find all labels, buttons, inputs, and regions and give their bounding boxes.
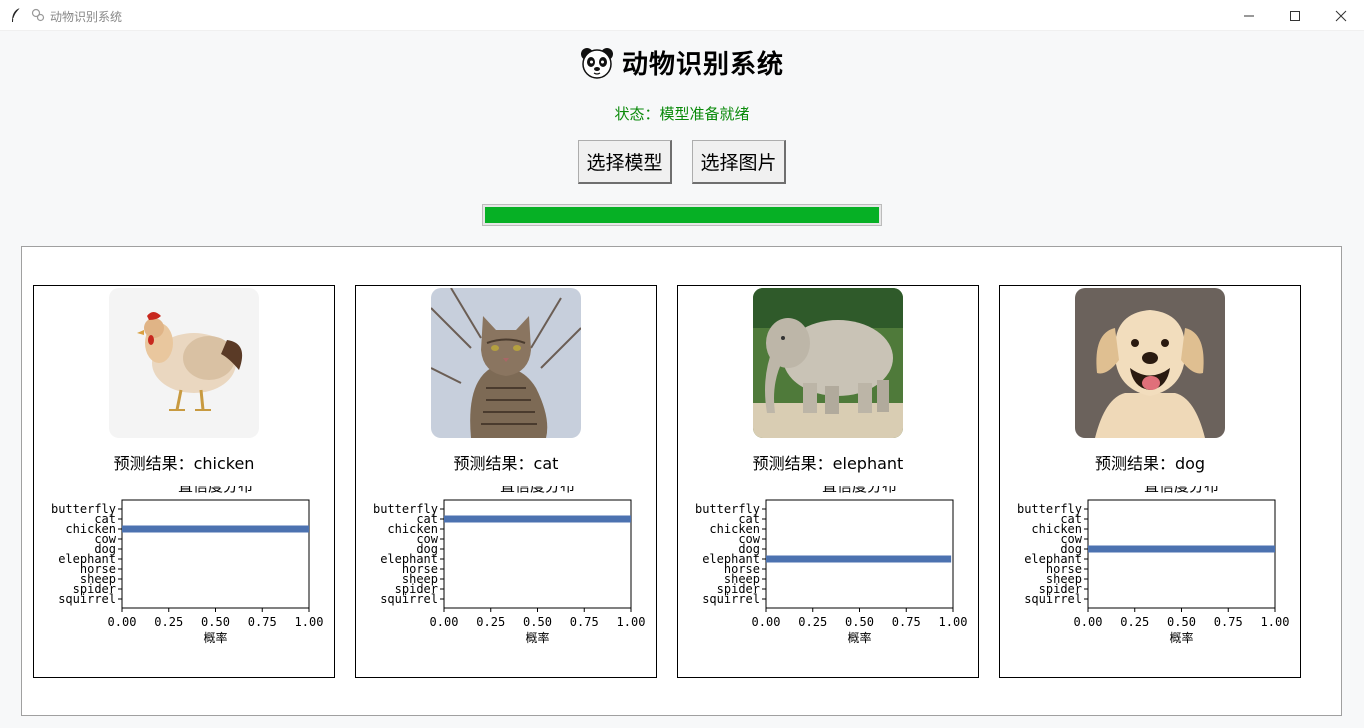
select-image-button[interactable]: 选择图片 — [692, 140, 786, 184]
title-bar: 动物识别系统 — [0, 0, 1364, 31]
plot-area — [1087, 499, 1276, 609]
cat-photo — [431, 288, 581, 438]
y-tick-label: squirrel — [702, 592, 760, 606]
prediction-label: 预测结果：cat — [453, 454, 559, 473]
result-card-cat: 预测结果：cat 置信度分布 butterfly cat chicken cow dog e… — [355, 285, 657, 678]
prediction-label: 预测结果：dog — [1094, 454, 1206, 473]
x-axis-label: 概率 — [1169, 630, 1193, 645]
x-tick-label: 0.25 — [476, 615, 505, 629]
x-axis-label: 概率 — [525, 630, 549, 645]
x-tick-label: 1.00 — [295, 615, 324, 629]
x-tick-label: 1.00 — [1261, 615, 1290, 629]
bar-dog — [1088, 545, 1275, 553]
prediction-label: 预测结果：chicken — [113, 454, 255, 473]
x-tick-label: 0.00 — [752, 615, 781, 629]
app-header: 动物识别系统 — [0, 44, 1364, 81]
close-icon — [1335, 10, 1347, 21]
x-axis-label: 概率 — [847, 630, 871, 645]
status-text: 状态：模型准备就绪 — [614, 105, 750, 123]
minimize-button[interactable] — [1226, 0, 1272, 31]
confidence-chart-elephant: 置信度分布butterflycatchickencowdogelephantho… — [695, 486, 968, 645]
page-title: 动物识别系统 — [621, 50, 784, 80]
panda-icon — [580, 47, 613, 79]
x-tick-label: 0.75 — [248, 615, 277, 629]
result-card-dog: 预测结果：dog 置信度分布 butterfly cat chicken cow dog e… — [999, 285, 1301, 678]
progress-bar — [482, 204, 882, 226]
feather-icon — [12, 7, 21, 22]
bar-chicken — [122, 525, 309, 533]
chicken-photo — [109, 288, 259, 438]
dog-photo — [1075, 288, 1225, 438]
x-tick-label: 1.00 — [617, 615, 646, 629]
x-tick-label: 0.75 — [892, 615, 921, 629]
close-button[interactable] — [1318, 0, 1364, 31]
result-card-elephant: 预测结果：elephant 置信度分布 butterfly cat chicken co… — [677, 285, 979, 678]
x-tick-label: 1.00 — [939, 615, 968, 629]
x-tick-label: 0.50 — [845, 615, 874, 629]
x-tick-label: 0.50 — [523, 615, 552, 629]
confidence-chart-cat: 置信度分布butterflycatchickencowdogelephantho… — [373, 486, 646, 645]
x-tick-label: 0.00 — [1074, 615, 1103, 629]
chart-title: 置信度分布 — [822, 486, 897, 495]
app-icon — [31, 8, 45, 22]
progress-fill — [485, 207, 879, 223]
select-model-button[interactable]: 选择模型 — [578, 140, 672, 184]
y-tick-label: squirrel — [1024, 592, 1082, 606]
x-tick-label: 0.00 — [430, 615, 459, 629]
chart-title: 置信度分布 — [500, 486, 575, 495]
x-tick-label: 0.25 — [154, 615, 183, 629]
x-axis-label: 概率 — [203, 630, 227, 645]
x-tick-label: 0.50 — [1167, 615, 1196, 629]
x-tick-label: 0.75 — [1214, 615, 1243, 629]
x-tick-label: 0.50 — [201, 615, 230, 629]
bar-cat — [444, 515, 631, 523]
confidence-chart-chicken: 置信度分布butterflycatchickencowdogelephantho… — [51, 486, 324, 645]
elephant-photo — [753, 288, 903, 438]
maximize-icon — [1290, 10, 1300, 21]
prediction-label: 预测结果：elephant — [752, 454, 904, 473]
x-tick-label: 0.25 — [1120, 615, 1149, 629]
x-tick-label: 0.00 — [108, 615, 137, 629]
confidence-chart-dog: 置信度分布butterflycatchickencowdogelephantho… — [1017, 486, 1290, 645]
maximize-button[interactable] — [1272, 0, 1318, 31]
plot-area — [765, 499, 954, 609]
chart-title: 置信度分布 — [1144, 486, 1219, 495]
x-tick-label: 0.25 — [798, 615, 827, 629]
x-tick-label: 0.75 — [570, 615, 599, 629]
result-card-chicken: 预测结果：chicken 置信度分布 butterfly cat chicken cow… — [33, 285, 335, 678]
y-tick-label: squirrel — [58, 592, 116, 606]
minimize-icon — [1244, 15, 1254, 16]
window-title: 动物识别系统 — [50, 10, 123, 24]
y-tick-label: squirrel — [380, 592, 438, 606]
chart-title: 置信度分布 — [178, 486, 253, 495]
bar-elephant — [766, 555, 952, 563]
plot-area — [121, 499, 310, 609]
